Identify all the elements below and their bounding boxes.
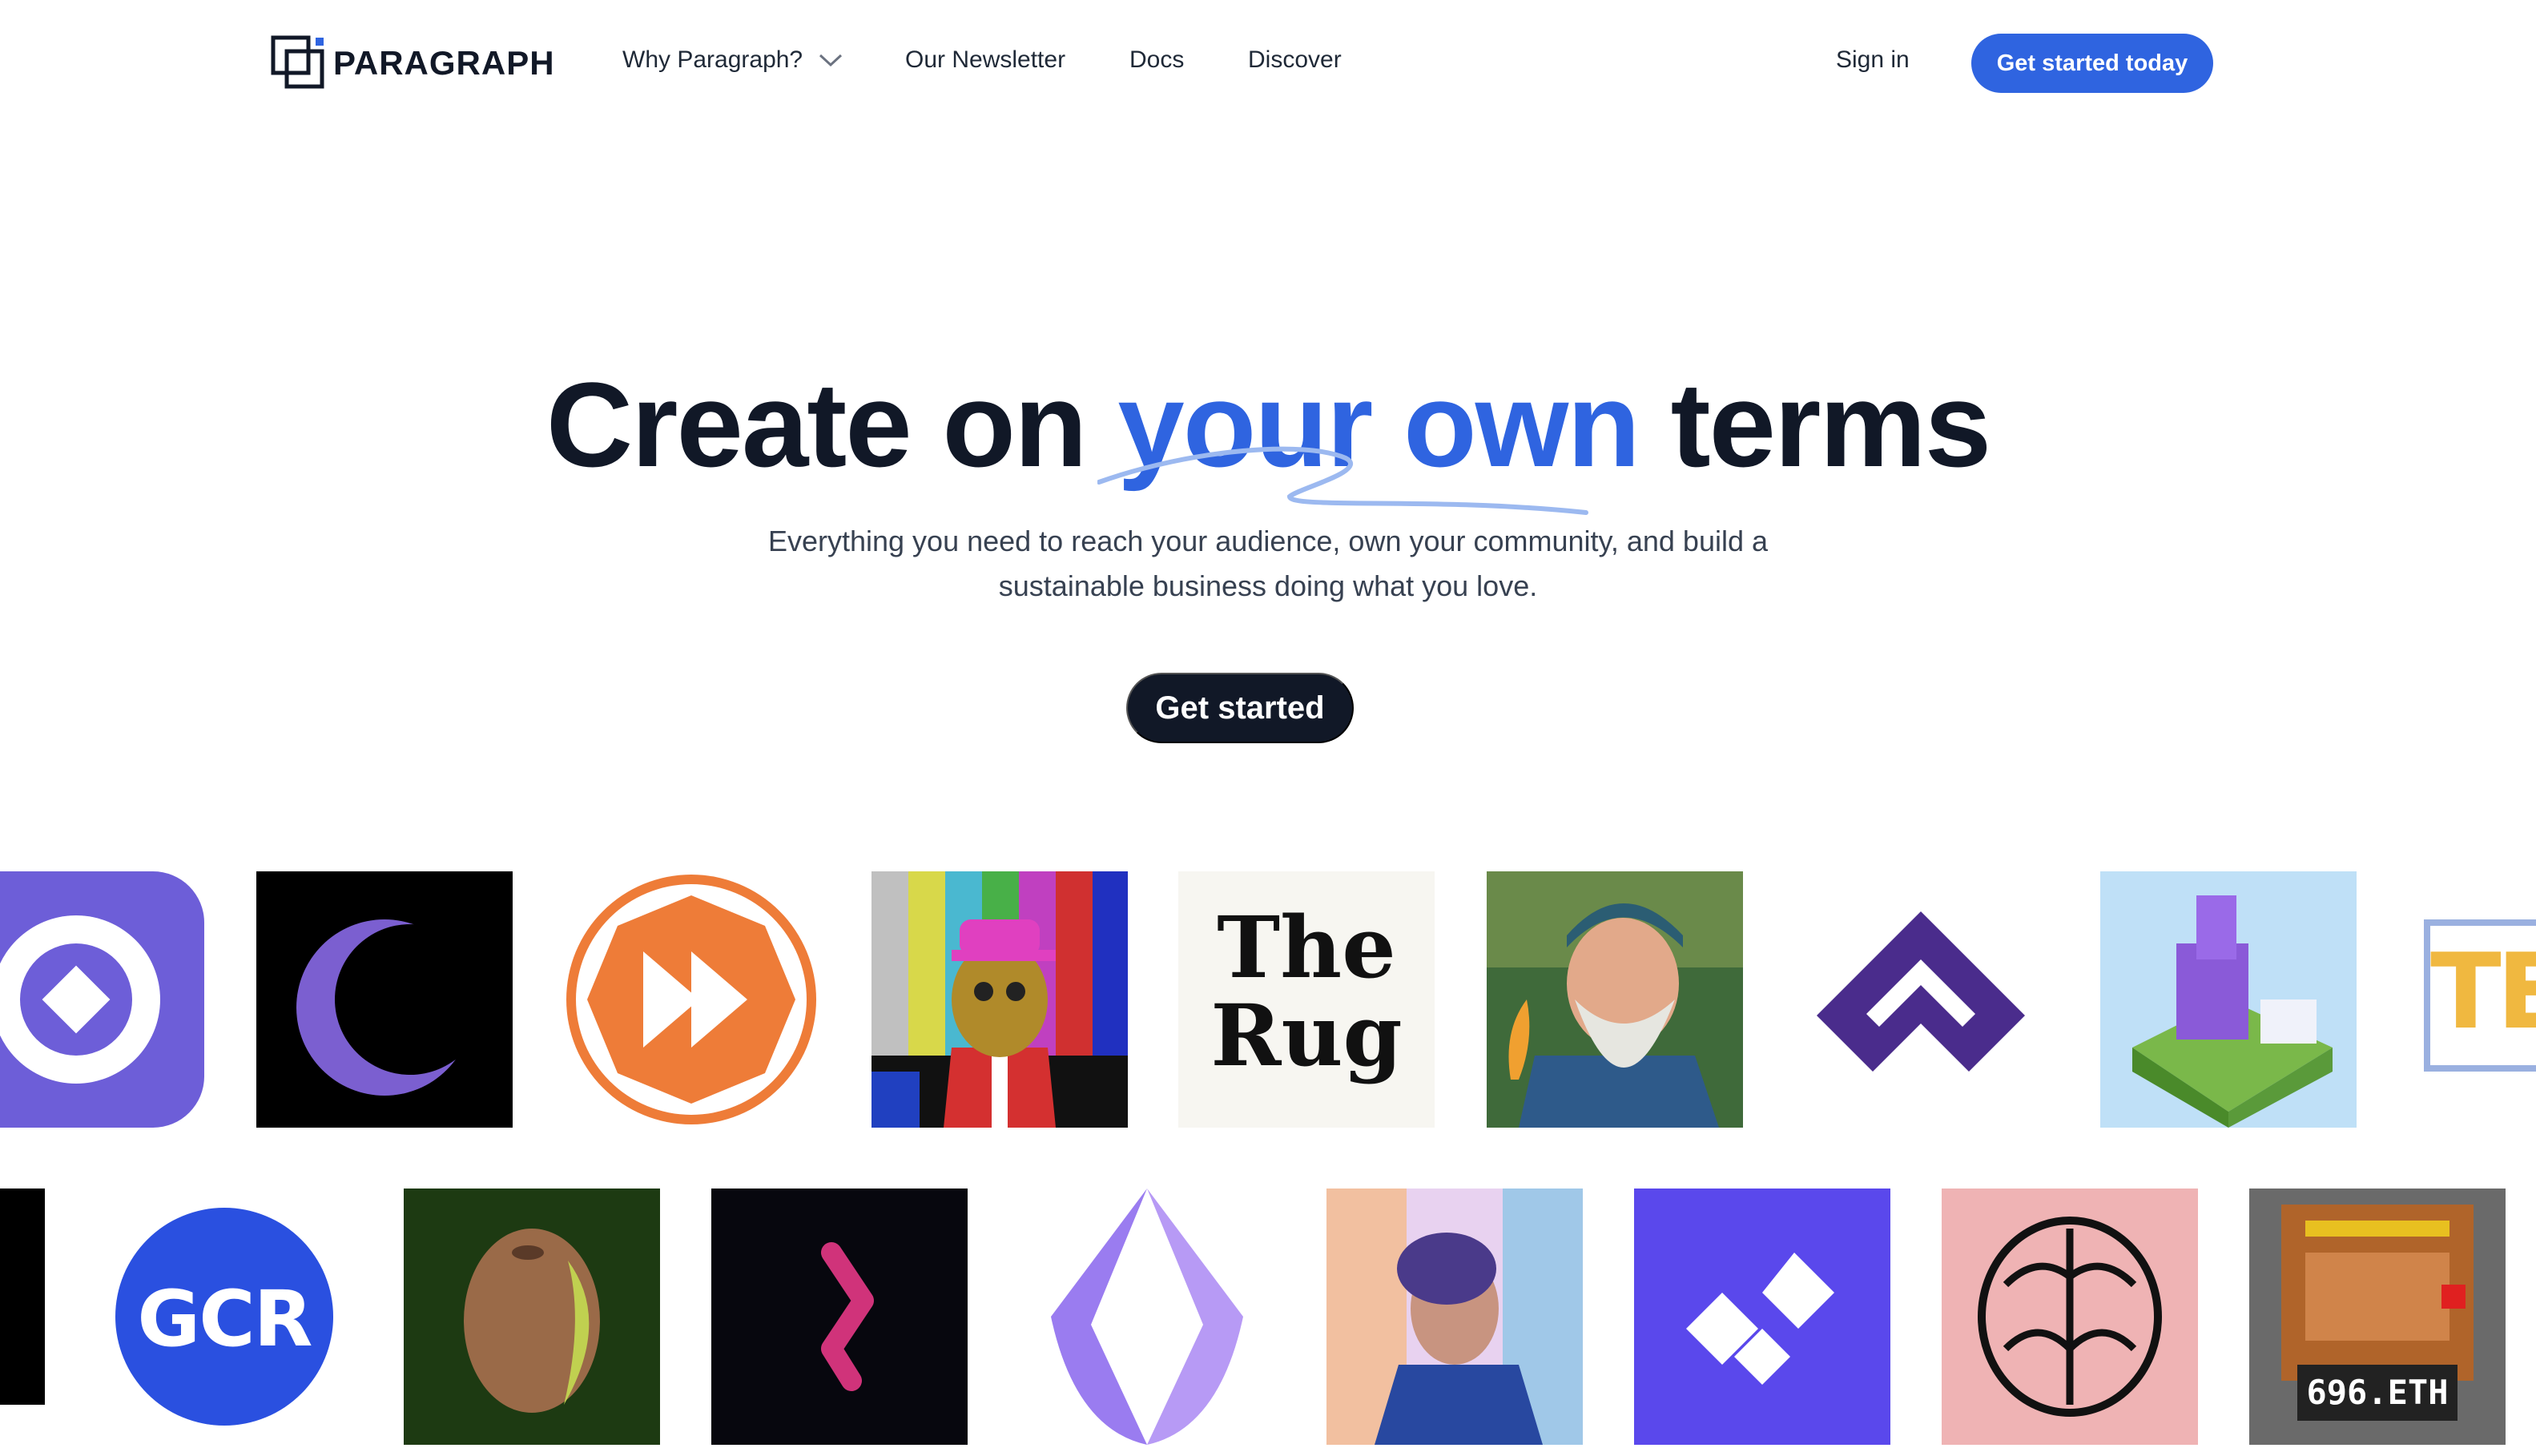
paragraph-logo-icon [271, 35, 324, 89]
publication-tile-the-rug[interactable]: The Rug [1178, 871, 1435, 1128]
publication-tile-crypto-sapiens[interactable] [1942, 1189, 2198, 1445]
hero-title-end: terms [1638, 357, 1992, 492]
publication-tile-gcr[interactable]: GCR [96, 1189, 352, 1445]
publication-tile-crescent[interactable] [256, 871, 513, 1128]
publication-tile-purple-ring[interactable] [0, 871, 204, 1128]
publication-tile-696-eth[interactable]: 696.ETH [2249, 1189, 2506, 1445]
publication-tile-black-partial[interactable] [0, 1189, 45, 1405]
brand-name: PARAGRAPH [333, 44, 555, 82]
the-rug-title: The Rug [1178, 903, 1435, 1080]
publication-tile-purple-chevron[interactable] [1793, 871, 2049, 1128]
publication-tile-pink-squiggle[interactable] [711, 1189, 968, 1445]
publication-tile-ens-logo[interactable] [1019, 1189, 1275, 1445]
nav-why-paragraph[interactable]: Why Paragraph? [622, 46, 843, 74]
publication-tile-bearded-man[interactable] [1487, 871, 1743, 1128]
gcr-label: GCR [137, 1274, 312, 1364]
hero-title-start: Create on [545, 357, 1118, 492]
the-rug-line1: The [1217, 897, 1396, 997]
nav-discover[interactable]: Discover [1248, 46, 1342, 74]
get-started-today-button[interactable]: Get started today [1971, 34, 2213, 93]
sign-in-link[interactable]: Sign in [1836, 46, 1910, 74]
chevron-down-icon [819, 54, 843, 67]
publication-tile-te-partial[interactable]: TE [2408, 871, 2536, 1128]
publication-tile-blue-diamonds[interactable] [1634, 1189, 1890, 1445]
squiggle-underline [1097, 446, 1588, 515]
get-started-button[interactable]: Get started [1126, 673, 1354, 743]
publication-tile-neon-portrait[interactable] [1326, 1189, 1583, 1445]
nav-docs[interactable]: Docs [1129, 46, 1184, 74]
the-rug-line2: Rug [1210, 985, 1403, 1085]
nav-newsletter[interactable]: Our Newsletter [905, 46, 1065, 74]
hero-subtitle-line1: Everything you need to reach your audien… [767, 525, 1769, 557]
hero-subtitle: Everything you need to reach your audien… [667, 519, 1869, 609]
publication-tile-orange-play[interactable] [563, 871, 819, 1128]
nav-why-label: Why Paragraph? [622, 46, 803, 73]
hero-subtitle-line2: sustainable business doing what you love… [998, 569, 1538, 602]
partial-tile-text: TE [2430, 931, 2536, 1052]
publication-tile-castle[interactable] [2100, 871, 2357, 1128]
ens-tile-label: 696.ETH [2306, 1373, 2449, 1412]
publication-tile-tv-bars-character[interactable] [871, 871, 1128, 1128]
paragraph-logo[interactable]: PARAGRAPH [271, 35, 555, 91]
publication-tile-kiwi[interactable] [404, 1189, 660, 1445]
